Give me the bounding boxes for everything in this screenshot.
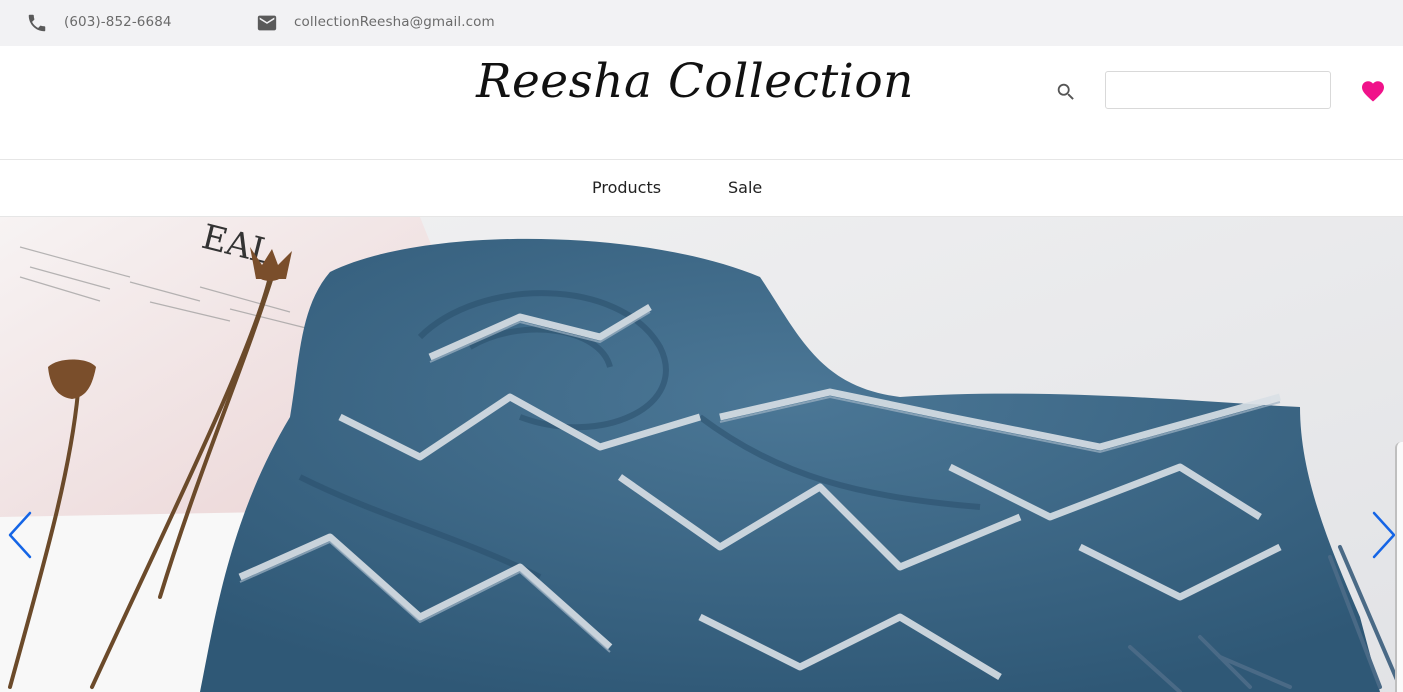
hero-image: EAL (0, 217, 1403, 692)
heart-icon[interactable] (1361, 80, 1385, 102)
brand-logo[interactable]: Reesha Collection (460, 54, 930, 109)
phone-number: (603)-852-6684 (64, 13, 172, 30)
mail-icon (257, 15, 277, 31)
email-contact[interactable]: collectionReesha@gmail.com (256, 0, 495, 46)
scroll-edge[interactable] (1395, 442, 1403, 692)
phone-icon (28, 14, 46, 32)
phone-contact[interactable]: (603)-852-6684 (26, 0, 172, 46)
nav-item-products[interactable]: Products (592, 178, 661, 197)
search-icon[interactable] (1055, 81, 1077, 103)
main-nav: Products Sale (0, 159, 1403, 217)
search-input[interactable] (1105, 71, 1331, 109)
hero-carousel: EAL (0, 217, 1403, 692)
contact-bar: (603)-852-6684 collectionReesha@gmail.co… (0, 0, 1403, 46)
nav-item-sale[interactable]: Sale (728, 178, 762, 197)
email-address: collectionReesha@gmail.com (294, 13, 495, 30)
chevron-left-icon[interactable] (4, 509, 38, 561)
site-header: Reesha Collection (0, 46, 1403, 159)
